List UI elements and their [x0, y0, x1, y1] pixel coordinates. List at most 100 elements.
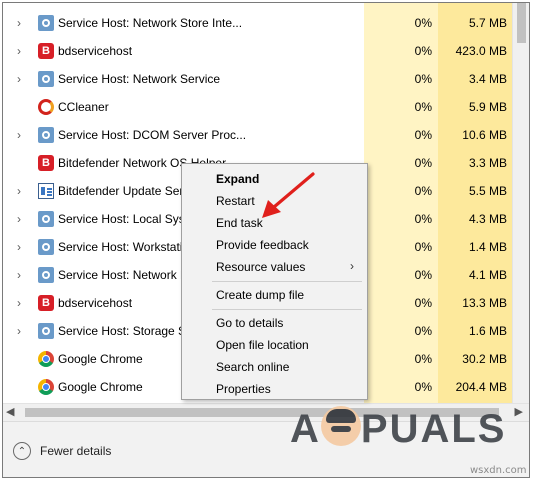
chevron-right-icon[interactable]: ›	[17, 184, 29, 198]
menu-item-label: Properties	[216, 382, 271, 396]
menu-item-open-file-location[interactable]: Open file location	[183, 334, 366, 356]
site-label: wsxdn.com	[470, 465, 527, 476]
memory-value: 1.6 MB	[468, 324, 507, 338]
cpu-value: 0%	[414, 324, 432, 338]
menu-separator	[212, 309, 362, 310]
menu-item-properties[interactable]: Properties	[183, 378, 366, 400]
chevron-right-icon[interactable]: ›	[17, 296, 29, 310]
menu-item-label: Create dump file	[216, 288, 305, 302]
memory-value: 1.4 MB	[468, 240, 507, 254]
bitdefender-icon: B	[38, 155, 54, 171]
process-name: Service Host: Network Service	[58, 72, 221, 86]
cpu-value: 0%	[414, 44, 432, 58]
process-name: CCleaner	[58, 100, 109, 114]
watermark-letter-a: A	[290, 407, 321, 451]
process-row[interactable]: › Service Host: DCOM Server Proc... 0% 10.6…	[3, 121, 512, 149]
scroll-right-icon[interactable]: ▶	[515, 405, 523, 418]
chevron-right-icon[interactable]: ›	[17, 324, 29, 338]
watermark-letters: PUALS	[360, 407, 507, 451]
service-host-gear-icon	[38, 15, 54, 31]
menu-item-label: Restart	[216, 194, 255, 208]
menu-separator	[212, 281, 362, 282]
vertical-scrollbar[interactable]	[512, 3, 529, 403]
cpu-value: 0%	[414, 128, 432, 142]
cpu-value: 0%	[414, 16, 432, 30]
appuals-watermark-logo: A PUALS	[290, 406, 506, 452]
chevron-right-icon[interactable]: ›	[17, 268, 29, 282]
fewer-details-label: Fewer details	[40, 444, 112, 458]
chevron-right-icon[interactable]: ›	[17, 240, 29, 254]
chevron-right-icon[interactable]: ›	[17, 128, 29, 142]
context-menu: Expand Restart End task Provide feedback Res…	[181, 163, 368, 400]
bitdefender-update-icon	[38, 183, 54, 199]
mascot-icon	[320, 406, 361, 446]
menu-item-provide-feedback[interactable]: Provide feedback	[183, 234, 366, 256]
chrome-icon	[38, 379, 54, 395]
menu-item-label: Go to details	[216, 316, 284, 330]
process-name: Google Chrome	[58, 352, 143, 366]
chevron-right-icon[interactable]: ›	[17, 212, 29, 226]
process-row[interactable]: CCleaner 0% 5.9 MB	[3, 93, 512, 121]
process-name: Google Chrome	[58, 380, 143, 394]
memory-value: 4.1 MB	[468, 268, 507, 282]
chrome-icon	[38, 351, 54, 367]
memory-value: 5.7 MB	[468, 16, 507, 30]
menu-item-label: Search online	[216, 360, 290, 374]
memory-value: 5.5 MB	[468, 184, 507, 198]
cpu-value: 0%	[414, 352, 432, 366]
process-name: Service Host: Local Syst	[58, 212, 189, 226]
cpu-value: 0%	[414, 72, 432, 86]
process-name: Service Host: DCOM Server Proc...	[58, 128, 247, 142]
menu-item-label: End task	[216, 216, 263, 230]
menu-item-resource-values[interactable]: Resource values ›	[183, 256, 366, 278]
ccleaner-icon	[38, 99, 54, 115]
menu-item-restart[interactable]: Restart	[183, 190, 366, 212]
menu-item-create-dump-file[interactable]: Create dump file	[183, 284, 366, 306]
cpu-value: 0%	[414, 268, 432, 282]
memory-value: 204.4 MB	[455, 380, 507, 394]
memory-value: 5.9 MB	[468, 100, 507, 114]
vertical-scrollbar-thumb[interactable]	[517, 3, 526, 43]
memory-value: 4.3 MB	[468, 212, 507, 226]
cpu-value: 0%	[414, 212, 432, 226]
memory-value: 13.3 MB	[462, 296, 507, 310]
process-name: Service Host: Workstatio	[58, 240, 190, 254]
menu-item-search-online[interactable]: Search online	[183, 356, 366, 378]
service-host-gear-icon	[38, 323, 54, 339]
service-host-gear-icon	[38, 127, 54, 143]
chevron-right-icon[interactable]: ›	[17, 72, 29, 86]
menu-item-label: Expand	[216, 172, 260, 186]
menu-item-expand[interactable]: Expand	[183, 168, 366, 190]
memory-value: 423.0 MB	[455, 44, 507, 58]
process-name: Service Host: Storage Se	[58, 324, 193, 338]
process-name: bdservicehost	[58, 296, 133, 310]
cpu-value: 0%	[414, 100, 432, 114]
process-name: bdservicehost	[58, 44, 133, 58]
process-name: Service Host: Network Store Inte...	[58, 16, 243, 30]
process-row[interactable]: › Bbdservicehost 0% 423.0 MB	[3, 37, 512, 65]
service-host-gear-icon	[38, 71, 54, 87]
cpu-value: 0%	[414, 184, 432, 198]
process-row[interactable]: › Service Host: Network Store Inte... 0% 5.…	[3, 9, 512, 37]
memory-value: 30.2 MB	[462, 352, 507, 366]
menu-item-go-to-details[interactable]: Go to details	[183, 312, 366, 334]
submenu-arrow-icon: ›	[350, 259, 354, 273]
memory-value: 10.6 MB	[462, 128, 507, 142]
menu-item-end-task[interactable]: End task	[183, 212, 366, 234]
chevron-right-icon[interactable]: ›	[17, 44, 29, 58]
process-name: Service Host: Network L	[58, 268, 187, 282]
menu-item-label: Open file location	[216, 338, 309, 352]
service-host-gear-icon	[38, 239, 54, 255]
process-name: Bitdefender Update Serv	[58, 184, 190, 198]
chevron-up-icon: ⌃	[13, 442, 31, 460]
scroll-left-icon[interactable]: ◀	[6, 405, 14, 418]
bitdefender-icon: B	[38, 295, 54, 311]
bitdefender-icon: B	[38, 43, 54, 59]
cpu-value: 0%	[414, 240, 432, 254]
process-row[interactable]: › Service Host: Network Service 0% 3.4 MB	[3, 65, 512, 93]
chevron-right-icon[interactable]: ›	[17, 16, 29, 30]
cpu-value: 0%	[414, 156, 432, 170]
fewer-details-button[interactable]: ⌃ Fewer details	[13, 440, 111, 462]
memory-value: 3.4 MB	[468, 72, 507, 86]
menu-item-label: Resource values	[216, 260, 306, 274]
